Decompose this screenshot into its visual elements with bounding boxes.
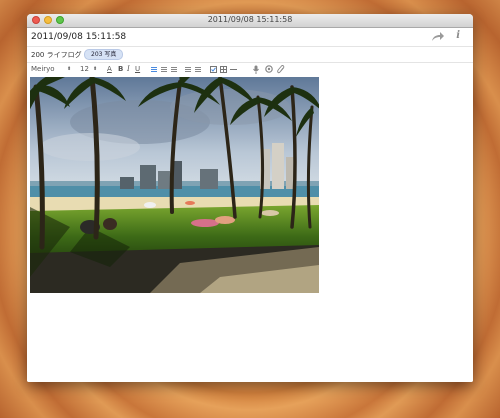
format-toolbar: Meiryo ⬍ 12 ⬍ A B I U bbox=[27, 63, 473, 78]
tag-pill[interactable]: 203 写真 bbox=[84, 49, 124, 60]
align-center-icon[interactable] bbox=[161, 67, 167, 72]
font-chevron-icon[interactable]: ⬍ bbox=[67, 65, 71, 74]
paperclip-icon[interactable] bbox=[277, 65, 285, 74]
note-window: 2011/09/08 15:11:58 2011/09/08 15:11:58 … bbox=[27, 14, 473, 382]
note-meta-row: 200 ライフログ⬍ 203 写真 bbox=[27, 47, 473, 63]
font-family-select[interactable]: Meiryo bbox=[31, 65, 55, 74]
bold-button[interactable]: B bbox=[118, 65, 123, 74]
window-title: 2011/09/08 15:11:58 bbox=[207, 15, 293, 24]
italic-button[interactable]: I bbox=[127, 65, 130, 74]
checkbox-icon[interactable] bbox=[210, 66, 217, 73]
align-right-icon[interactable] bbox=[171, 67, 177, 72]
note-body[interactable] bbox=[27, 77, 473, 382]
bullet-list-icon[interactable] bbox=[185, 67, 191, 72]
note-title-field[interactable]: 2011/09/08 15:11:58 bbox=[31, 32, 126, 42]
numbered-list-icon[interactable] bbox=[195, 67, 201, 72]
font-size-select[interactable]: 12 bbox=[80, 65, 89, 74]
text-color-button[interactable]: A bbox=[107, 65, 112, 74]
microphone-icon[interactable] bbox=[253, 65, 259, 74]
underline-button[interactable]: U bbox=[135, 65, 140, 74]
align-left-icon[interactable] bbox=[151, 67, 157, 72]
beach-palm-photo bbox=[30, 77, 319, 293]
camera-icon[interactable] bbox=[265, 65, 273, 73]
info-icon[interactable]: i bbox=[456, 30, 460, 41]
horizontal-rule-icon[interactable] bbox=[230, 68, 237, 71]
note-title-row: 2011/09/08 15:11:58 i bbox=[27, 28, 473, 47]
share-arrow-icon[interactable] bbox=[431, 31, 445, 42]
title-bar: 2011/09/08 15:11:58 bbox=[27, 14, 473, 28]
notebook-selector[interactable]: 200 ライフログ⬍ bbox=[31, 50, 89, 60]
size-chevron-icon[interactable]: ⬍ bbox=[93, 65, 97, 74]
notebook-name: 200 ライフログ bbox=[31, 51, 82, 59]
table-icon[interactable] bbox=[220, 66, 227, 73]
